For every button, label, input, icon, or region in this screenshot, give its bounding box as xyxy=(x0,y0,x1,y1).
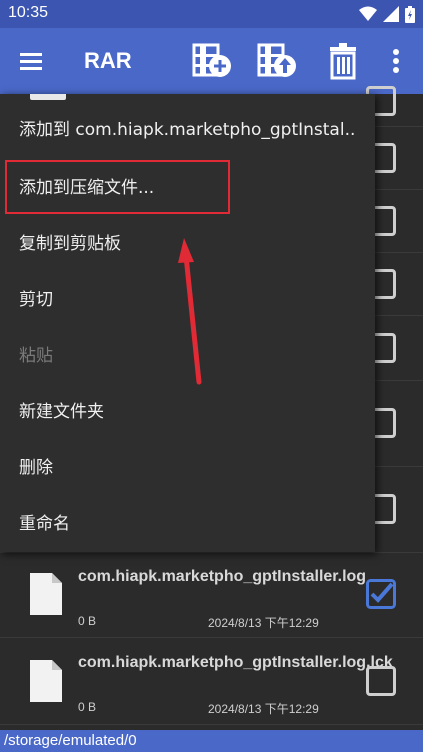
menu-item-paste: 粘贴 xyxy=(19,346,53,366)
menu-item-cut[interactable]: 剪切 xyxy=(0,272,375,328)
status-bar: 10:35 xyxy=(0,0,423,28)
annotation-highlight-box xyxy=(5,160,230,214)
file-date: 2024/8/13 下午12:29 xyxy=(208,616,319,630)
file-date: 2024/8/13 下午12:29 xyxy=(208,702,319,716)
list-item[interactable]: com.hiapk.marketpho_gptInstaller.log.lck… xyxy=(0,638,423,725)
app-bar: RAR xyxy=(0,28,423,94)
battery-icon xyxy=(405,5,415,23)
file-icon xyxy=(30,660,62,702)
checkbox[interactable] xyxy=(366,666,396,696)
menu-item-rename[interactable]: 重命名 xyxy=(0,496,375,552)
list-item[interactable]: com.hiapk.marketpho_gptInstaller.log 0 B… xyxy=(0,553,423,638)
menu-item-new-folder[interactable]: 新建文件夹 xyxy=(0,384,375,440)
file-name: com.hiapk.marketpho_gptInstaller.log.lck xyxy=(78,654,393,671)
trash-icon[interactable] xyxy=(324,42,364,80)
menu-item-copy[interactable]: 复制到剪贴板 xyxy=(0,216,375,272)
hamburger-menu-icon[interactable] xyxy=(18,49,46,73)
path-bar: /storage/emulated/0 xyxy=(0,730,423,752)
current-path: /storage/emulated/0 xyxy=(4,732,137,749)
more-vert-icon[interactable] xyxy=(378,42,414,80)
file-name: com.hiapk.marketpho_gptInstaller.log xyxy=(78,568,367,585)
file-size: 0 B xyxy=(78,700,97,714)
menu-item-add-to-archive-name[interactable]: 添加到 com.hiapk.marketpho_gptInstal.. xyxy=(0,102,375,158)
file-icon xyxy=(30,94,66,100)
signal-icon xyxy=(383,6,399,22)
file-icon xyxy=(30,573,62,615)
archive-extract-icon[interactable] xyxy=(257,42,297,80)
archive-add-icon[interactable] xyxy=(192,42,232,80)
checkbox-checked[interactable] xyxy=(366,579,396,609)
wifi-icon xyxy=(359,6,377,21)
menu-item-delete[interactable]: 删除 xyxy=(0,440,375,496)
app-title: RAR xyxy=(84,48,132,73)
file-size: 0 B xyxy=(78,614,97,628)
status-time: 10:35 xyxy=(8,4,49,21)
